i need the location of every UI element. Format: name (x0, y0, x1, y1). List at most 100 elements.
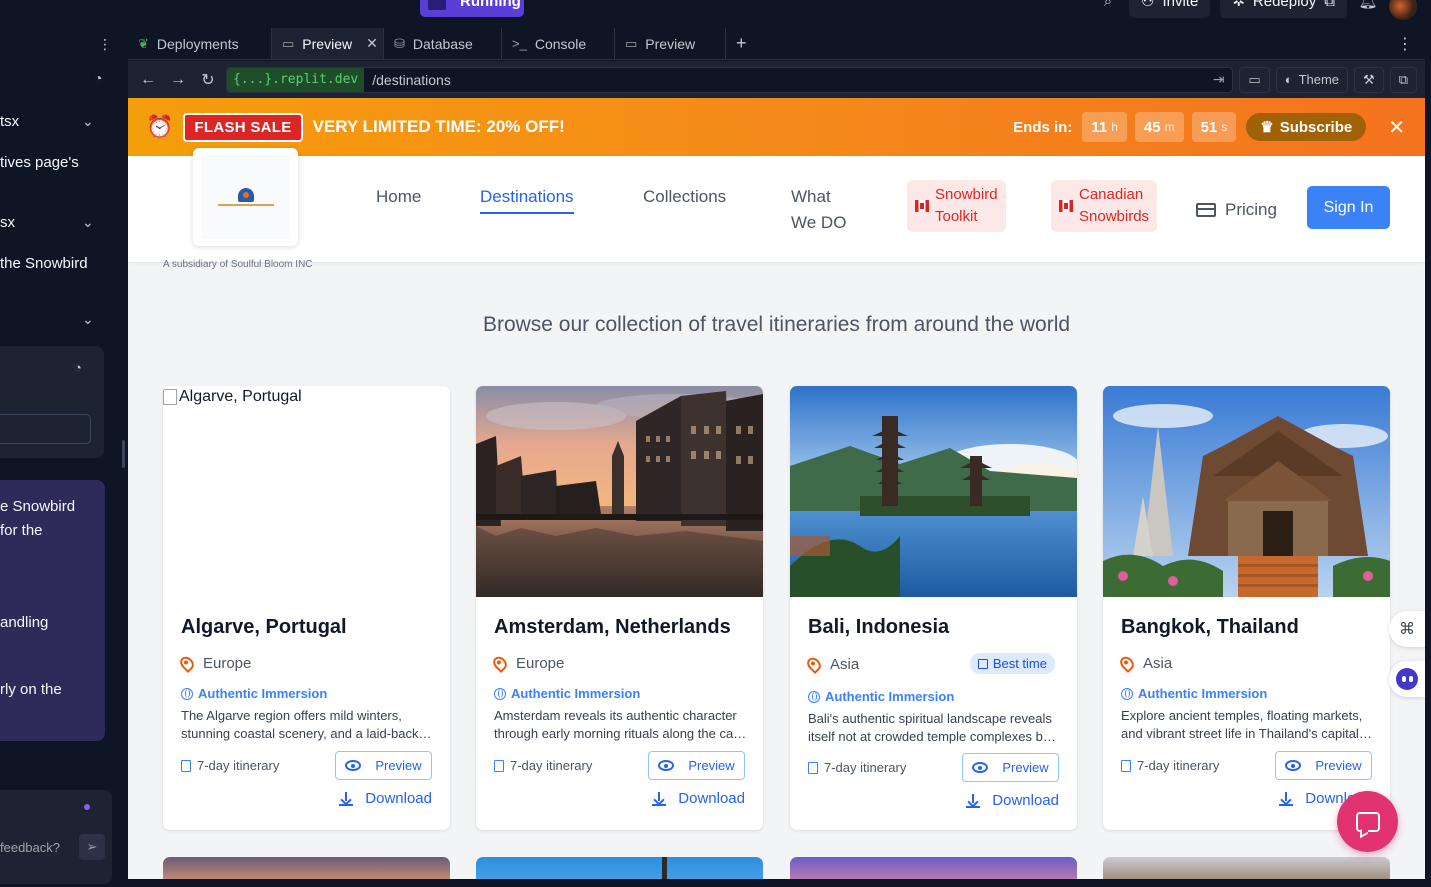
sign-in-button[interactable]: Sign In (1307, 186, 1390, 229)
download-button[interactable]: Download (652, 790, 745, 807)
destination-card-partial[interactable] (476, 857, 763, 879)
tab-database[interactable]: ⛁ Database (384, 28, 502, 59)
download-button[interactable]: Download (339, 790, 432, 807)
shortcut-icon[interactable]: ⌘ (1389, 611, 1425, 647)
speedometer-icon[interactable]: ◔ (94, 70, 102, 86)
site-logo[interactable] (193, 148, 298, 246)
itinerary-length: 7-day itinerary (494, 758, 592, 773)
chevron-down-icon[interactable]: ⌄ (82, 214, 94, 231)
desc-line: The Algarve region offers mild winters, (181, 708, 402, 723)
close-icon[interactable]: ✕ (1388, 115, 1405, 140)
destination-card-partial[interactable] (790, 857, 1077, 879)
search-icon[interactable]: ⌕ (1097, 0, 1119, 18)
destination-card-partial[interactable] (1103, 857, 1390, 879)
destination-card[interactable]: Bali, Indonesia Asia Best time Authentic… (790, 386, 1077, 830)
forward-icon[interactable]: → (166, 71, 190, 89)
download-label: Download (678, 790, 745, 807)
destination-title[interactable]: Amsterdam, Netherlands (494, 616, 731, 639)
kebab-menu-icon[interactable]: ⋮ (1385, 28, 1425, 59)
message-text: the Snowbird (0, 255, 88, 272)
url-path[interactable]: /destinations (364, 72, 1212, 88)
download-button[interactable]: Download (966, 792, 1059, 809)
refresh-icon[interactable]: ↻ (196, 70, 220, 90)
close-icon[interactable]: ✕ (366, 35, 378, 52)
download-icon (339, 791, 354, 806)
redeploy-button[interactable]: ✲ Redeploy ⧉ (1220, 0, 1347, 18)
destination-image[interactable] (476, 386, 763, 597)
chat-input[interactable]: feedback? (0, 840, 60, 855)
file-entry[interactable]: sx (0, 214, 15, 231)
flash-sale-banner: ⏰ FLASH SALE VERY LIMITED TIME: 20% OFF!… (128, 98, 1425, 156)
checkpoint-input[interactable] (0, 414, 91, 444)
nav-snowbird-toolkit[interactable]: Snowbird Toolkit (907, 180, 1006, 232)
destination-card[interactable]: Bangkok, Thailand Asia Authentic Immersi… (1103, 386, 1390, 830)
tag-label: Authentic Immersion (825, 689, 955, 704)
agent-message-card: e Snowbird for the andling rly on the (0, 480, 105, 741)
destination-card-partial[interactable] (163, 857, 450, 879)
destination-description: Amsterdam reveals its authentic characte… (494, 707, 747, 743)
nav-canadian-snowbirds[interactable]: Canadian Snowbirds (1051, 180, 1158, 232)
preview-button[interactable]: Preview (962, 753, 1059, 782)
map-pin-icon (177, 653, 197, 674)
destination-image[interactable]: Algarve, Portugal (163, 386, 450, 597)
message-text: tives page's (0, 154, 79, 171)
tab-console[interactable]: >_ Console (502, 28, 615, 59)
tab-bar: ❦ Deployments ▭ Preview ✕ ⛁ Database >_ … (128, 28, 1425, 60)
url-input[interactable]: {...}.replit.dev /destinations ⇥ (226, 66, 1234, 93)
invite-button[interactable]: ⚇ Invite (1129, 0, 1211, 18)
preview-button[interactable]: Preview (335, 751, 432, 780)
preview-button[interactable]: Preview (1275, 751, 1372, 780)
kebab-menu-icon[interactable]: ⋮ (98, 36, 112, 53)
nav-destinations[interactable]: Destinations (480, 184, 574, 214)
nav-collections[interactable]: Collections (643, 184, 726, 210)
bell-icon[interactable]: 🔔︎ (1357, 0, 1379, 18)
assistant-bot-icon[interactable] (1389, 661, 1425, 697)
best-time-badge[interactable]: Best time (969, 653, 1055, 674)
destination-image[interactable] (790, 386, 1077, 597)
chat-button[interactable] (1337, 791, 1398, 852)
crown-icon: ♛ (1260, 119, 1274, 136)
nav-what-we-do[interactable]: What We DO (791, 184, 846, 236)
nav-home[interactable]: Home (376, 184, 421, 210)
file-entry[interactable]: tsx (0, 113, 19, 130)
credit-card-icon (1196, 203, 1216, 217)
destination-region: Europe (177, 653, 251, 674)
flash-sale-text: VERY LIMITED TIME: 20% OFF! (312, 117, 565, 136)
new-tab-button[interactable]: + (726, 28, 757, 59)
theme-button[interactable]: ◐ Theme (1275, 66, 1349, 93)
device-toggle-button[interactable]: ▭ (1239, 66, 1270, 93)
tab-preview-2[interactable]: ▭ Preview (615, 28, 726, 59)
destination-image[interactable] (1103, 386, 1390, 597)
url-domain[interactable]: {...}.replit.dev (227, 67, 365, 92)
tab-label: Preview (645, 35, 696, 52)
subscribe-label: Subscribe (1279, 118, 1353, 136)
avatar[interactable] (1389, 0, 1417, 20)
destination-title[interactable]: Bali, Indonesia (808, 616, 949, 639)
subscribe-button[interactable]: ♛ Subscribe (1246, 113, 1367, 141)
destination-card[interactable]: Amsterdam, Netherlands Europe Authentic … (476, 386, 763, 830)
chevron-down-icon[interactable]: ⌄ (82, 113, 94, 130)
canada-flag-icon (1059, 200, 1073, 212)
map-pin-icon (804, 654, 824, 675)
tab-preview[interactable]: ▭ Preview ✕ (272, 28, 384, 59)
devtools-button[interactable]: ⚒ (1354, 66, 1384, 93)
destination-title[interactable]: Algarve, Portugal (181, 616, 347, 639)
destination-title[interactable]: Bangkok, Thailand (1121, 616, 1299, 639)
speedometer-icon[interactable]: ◔ (74, 360, 82, 375)
tag-label: Authentic Immersion (511, 686, 641, 701)
panel-resize-handle[interactable] (122, 440, 125, 468)
tab-label: Database (412, 35, 473, 52)
chevron-down-icon[interactable]: ⌄ (82, 311, 94, 328)
open-new-window-button[interactable]: ⧉ (1389, 66, 1417, 93)
add-user-icon: ⚇ (1141, 0, 1155, 10)
back-icon[interactable]: ← (136, 71, 160, 89)
run-status-button[interactable]: Running (420, 0, 524, 17)
send-icon[interactable]: ➢ (79, 834, 105, 860)
tab-deployments[interactable]: ❦ Deployments (128, 28, 272, 59)
preview-button[interactable]: Preview (648, 751, 745, 780)
nav-pricing[interactable]: Pricing (1196, 200, 1277, 220)
go-arrow-icon[interactable]: ⇥ (1213, 71, 1233, 88)
destination-card[interactable]: Algarve, Portugal Algarve, Portugal Euro… (163, 386, 450, 830)
database-icon: ⛁ (394, 35, 405, 51)
download-label: Download (365, 790, 432, 807)
